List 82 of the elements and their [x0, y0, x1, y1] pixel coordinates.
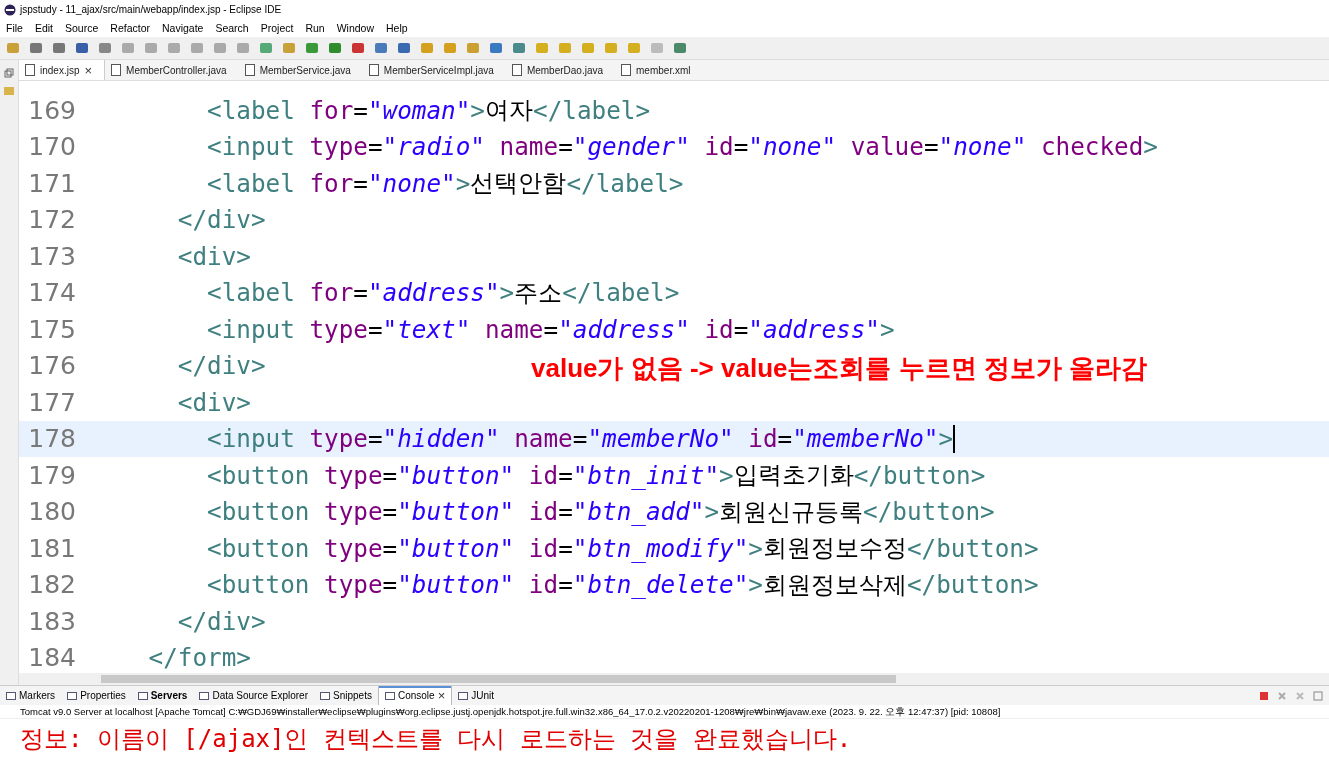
line-number: 180 [27, 497, 76, 527]
line-number: 174 [27, 278, 76, 308]
line-number: 176 [27, 351, 76, 381]
panel-tab[interactable]: Properties [61, 686, 132, 705]
editor-tab[interactable]: index.jsp × [19, 60, 106, 80]
view-icon [384, 690, 395, 701]
code-line: <label for="address">주소</label> [206, 276, 680, 309]
editor-tab[interactable]: member.xml [615, 60, 703, 80]
menu-item[interactable]: Edit [34, 22, 53, 34]
menu-item[interactable]: Search [215, 22, 249, 34]
code-line: <input type="radio" name="gender" id="none" value="none" checked> [206, 132, 1158, 162]
line-number: 171 [27, 168, 76, 198]
console-output: 정보: 이름이 [/ajax]인 컨텍스트를 다시 로드하는 것을 완료했습니다. [19, 724, 853, 755]
annotation-text: value가 없음 -> value는조회를 누르면 정보가 올라감 [531, 352, 1148, 385]
line-number: 177 [27, 387, 76, 417]
menu-item[interactable]: Run [305, 22, 325, 34]
code-line: <button type="button" id="btn_delete">회원정보삭제</button> [206, 568, 1039, 601]
file-icon [111, 64, 122, 76]
view-icon [458, 690, 469, 701]
code-line: <button type="button" id="btn_init">입력초기화</button> [206, 459, 986, 492]
line-number: 170 [27, 132, 76, 162]
code-line: <button type="button" id="btn_add">회원신규등록</button> [206, 495, 995, 528]
menu-item[interactable]: Navigate [162, 22, 204, 34]
stop-icon[interactable] [1259, 690, 1269, 701]
editor-tab[interactable]: MemberController.java [105, 60, 239, 80]
code-line: </div> [176, 351, 266, 381]
line-number: 173 [27, 241, 76, 271]
line-number: 169 [27, 95, 76, 125]
file-icon [244, 64, 255, 76]
code-line: <button type="button" id="btn_modify">회원정보수정</button> [206, 532, 1039, 565]
panel-tab[interactable]: JUnit [452, 686, 501, 705]
clear-icon[interactable] [1313, 690, 1323, 701]
scrollbar[interactable] [19, 673, 1329, 685]
code-line: <div> [176, 241, 251, 271]
panel-tab[interactable]: Data Source Explorer [193, 686, 314, 705]
menu-item[interactable]: Project [260, 22, 294, 34]
restore-icon[interactable] [4, 68, 14, 78]
view-icon [67, 690, 78, 701]
menu-item[interactable]: Help [386, 22, 408, 34]
code-line: <div> [176, 387, 251, 417]
code-line: </form> [147, 643, 251, 673]
file-icon [25, 64, 35, 76]
file-icon [511, 64, 522, 76]
editor-tab[interactable]: MemberDao.java [505, 60, 616, 80]
code-line: <input type="hidden" name="memberNo" id="memberNo"> [206, 424, 956, 454]
menu-item[interactable]: Source [65, 22, 99, 34]
console-header: Tomcat v9.0 Server at localhost [Apache Tomcat] C:₩GDJ69₩installer₩eclipse₩plugins₩org.eclipse.justj.openjdk.hotspot.jre.full.win32.x86_64_17.0.2.v20220201-1208₩jre₩bin₩javaw.exe (2023. 9. 22. 오후 12:47:37) [pid: 10808] [0, 705, 1329, 719]
view-icon [199, 690, 210, 701]
panel-tab[interactable]: Console × [377, 686, 453, 705]
window-title: jspstudy - 11_ajax/src/main/webapp/index.jsp - Eclipse IDE [20, 4, 282, 15]
close-icon[interactable]: × [437, 688, 446, 703]
line-number: 183 [27, 606, 76, 636]
code-line: <input type="text" name="address" id="address"> [206, 314, 895, 344]
line-number: 178 [27, 424, 76, 454]
code-line: </div> [176, 205, 266, 235]
code-line: </div> [176, 606, 266, 636]
menu-item[interactable]: Window [336, 22, 375, 34]
remove-icon[interactable] [1277, 690, 1287, 701]
view-icon [6, 690, 16, 701]
editor-tab[interactable]: MemberServiceImpl.java [362, 60, 506, 80]
line-number: 175 [27, 314, 76, 344]
menu-item[interactable]: Refactor [110, 22, 150, 34]
line-number: 172 [27, 205, 76, 235]
panel-tab[interactable]: Servers [131, 686, 194, 705]
eclipse-logo-icon [4, 3, 16, 16]
line-number: 181 [27, 533, 76, 563]
line-number: 182 [27, 570, 76, 600]
remove-all-icon[interactable] [1295, 690, 1305, 701]
file-icon [621, 64, 632, 76]
view-icon [320, 690, 330, 701]
panel-tab[interactable]: Markers [0, 686, 62, 705]
view-icon [137, 690, 148, 701]
folder-icon[interactable] [3, 84, 15, 96]
code-line: <label for="woman">여자</label> [206, 94, 651, 127]
code-line: <label for="none">선택안함</label> [206, 167, 684, 200]
panel-tab[interactable]: Snippets [314, 686, 378, 705]
line-number: 179 [27, 460, 76, 490]
menu-item[interactable]: File [6, 22, 23, 34]
editor-tab[interactable]: MemberService.java [238, 60, 363, 80]
file-icon [368, 64, 379, 76]
line-number: 184 [27, 643, 76, 673]
close-icon[interactable]: × [84, 62, 93, 78]
